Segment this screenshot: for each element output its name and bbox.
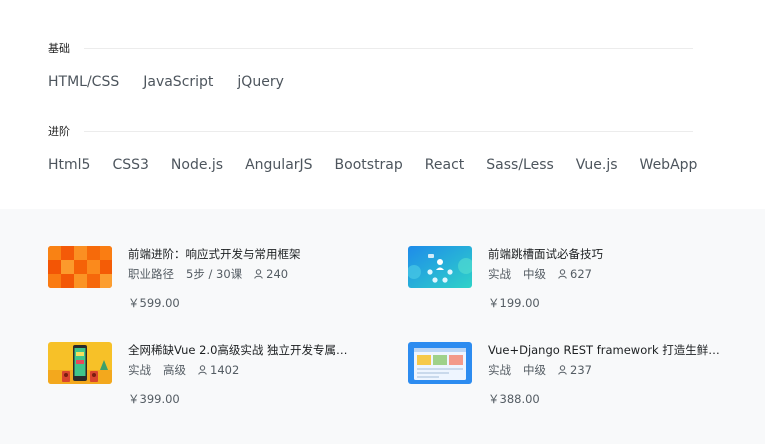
user-icon [558, 365, 567, 375]
tag-react[interactable]: React [425, 157, 464, 173]
course-type: 职业路径 [128, 267, 174, 281]
advanced-tag-list: Html5 CSS3 Node.js AngularJS Bootstrap R… [48, 157, 697, 173]
basic-section-header: 基础 [48, 40, 693, 56]
course-price: ￥199.00 [488, 296, 540, 310]
orange-mosaic-thumbnail-icon [48, 246, 112, 288]
music-app-thumbnail-icon [48, 342, 112, 384]
tag-angularjs[interactable]: AngularJS [245, 157, 312, 173]
course-enrollment: 627 [558, 267, 604, 281]
course-level: 中级 [523, 267, 546, 281]
user-icon [558, 269, 567, 279]
course-level: 中级 [523, 363, 546, 377]
course-type: 实战 [488, 363, 511, 377]
course-card[interactable]: 前端进阶：响应式开发与常用框架 职业路径 5步 / 30课 240 ￥599.0… [48, 246, 378, 316]
course-meta: 实战 中级 237 [488, 362, 738, 378]
course-title: Vue+Django REST framework 打造生鲜… [488, 343, 720, 357]
tag-javascript[interactable]: JavaScript [143, 74, 213, 90]
course-level: 高级 [163, 363, 186, 377]
interview-people-thumbnail-icon [408, 246, 472, 288]
tag-html-css[interactable]: HTML/CSS [48, 74, 119, 90]
user-icon [198, 365, 207, 375]
course-user-count: 627 [570, 267, 592, 281]
course-enrollment: 237 [558, 363, 604, 377]
course-title: 前端进阶：响应式开发与常用框架 [128, 247, 301, 261]
tag-html5[interactable]: Html5 [48, 157, 90, 173]
course-type: 实战 [128, 363, 151, 377]
tag-jquery[interactable]: jQuery [237, 74, 283, 90]
course-enrollment: 1402 [198, 363, 251, 377]
tag-vuejs[interactable]: Vue.js [576, 157, 618, 173]
course-enrollment: 240 [254, 267, 300, 281]
course-type: 实战 [488, 267, 511, 281]
tag-sass-less[interactable]: Sass/Less [486, 157, 554, 173]
course-title: 前端跳槽面试必备技巧 [488, 247, 603, 261]
user-icon [254, 269, 263, 279]
divider [84, 47, 693, 49]
basic-tag-list: HTML/CSS JavaScript jQuery [48, 74, 308, 90]
advanced-section-title: 进阶 [48, 125, 70, 138]
course-user-count: 1402 [210, 363, 240, 377]
tag-css3[interactable]: CSS3 [112, 157, 148, 173]
course-user-count: 240 [266, 267, 289, 281]
course-meta: 实战 高级 1402 [128, 362, 378, 378]
course-user-count: 237 [570, 363, 592, 377]
advanced-section-header: 进阶 [48, 123, 693, 139]
tag-nodejs[interactable]: Node.js [171, 157, 223, 173]
course-price: ￥399.00 [128, 392, 180, 406]
course-card[interactable]: Vue+Django REST framework 打造生鲜… 实战 中级 23… [408, 342, 738, 412]
course-level: 5步 / 30课 [186, 267, 243, 281]
course-title: 全网稀缺Vue 2.0高级实战 独立开发专属… [128, 343, 348, 357]
course-meta: 职业路径 5步 / 30课 240 [128, 266, 378, 282]
course-card[interactable]: 全网稀缺Vue 2.0高级实战 独立开发专属… 实战 高级 1402 ￥399.… [48, 342, 378, 412]
course-price: ￥599.00 [128, 296, 180, 310]
tag-bootstrap[interactable]: Bootstrap [335, 157, 403, 173]
basic-section-title: 基础 [48, 42, 70, 55]
shop-webpage-thumbnail-icon [408, 342, 472, 384]
divider [84, 130, 693, 132]
course-meta: 实战 中级 627 [488, 266, 738, 282]
course-card[interactable]: 前端跳槽面试必备技巧 实战 中级 627 ￥199.00 [408, 246, 738, 316]
tag-webapp[interactable]: WebApp [640, 157, 698, 173]
course-price: ￥388.00 [488, 392, 540, 406]
course-recommendations: 前端进阶：响应式开发与常用框架 职业路径 5步 / 30课 240 ￥599.0… [0, 209, 765, 444]
category-panel: 基础 HTML/CSS JavaScript jQuery 进阶 Html5 C… [0, 0, 765, 209]
